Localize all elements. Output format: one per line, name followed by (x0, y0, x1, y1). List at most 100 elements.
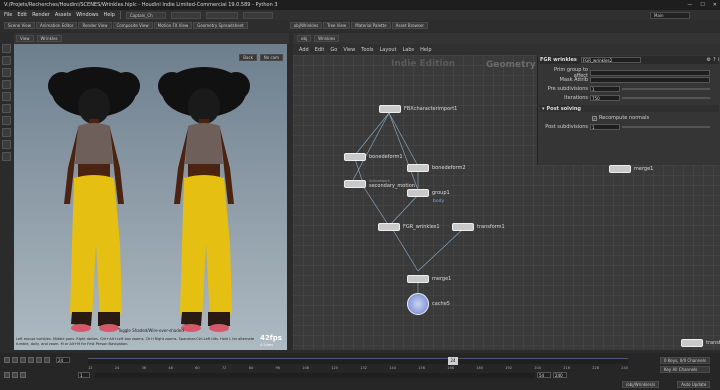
status-path[interactable]: /obj/Wrinkles/s (622, 381, 660, 388)
character-left (48, 67, 140, 332)
desktop-select[interactable]: Main (650, 11, 690, 19)
tab-scene-view[interactable]: Scene View (4, 22, 35, 29)
rotate-tool-icon[interactable] (2, 68, 11, 77)
tab-tree-view[interactable]: Tree View (323, 22, 351, 29)
menu-file[interactable]: File (4, 12, 12, 18)
first-frame-icon[interactable] (4, 357, 10, 363)
info-icon[interactable]: i (718, 57, 719, 63)
gear-icon[interactable]: ⚙ (706, 57, 710, 63)
node-bonedeform1-body[interactable] (344, 153, 366, 161)
tab-motion-fx-view[interactable]: Motion FX View (153, 22, 193, 29)
handle-tool-icon[interactable] (2, 92, 11, 101)
param-slider-post-subdivisions[interactable] (622, 126, 710, 128)
frame-field[interactable]: 24 (56, 357, 70, 363)
node-fgr-wrinkles1-body[interactable] (378, 223, 400, 231)
param-field-post-subdivisions[interactable]: 1 (590, 124, 620, 130)
node-cache5[interactable]: cache5 (407, 293, 450, 315)
maximize-icon[interactable]: ☐ (700, 2, 704, 8)
last-frame-icon[interactable] (44, 357, 50, 363)
stop-icon[interactable] (20, 357, 26, 363)
tab-material-palette[interactable]: Material Palette (351, 22, 391, 29)
node-merge1-right-label: merge1 (634, 166, 654, 172)
tab-asset-browser[interactable]: Asset Browser (391, 22, 429, 29)
viewport-tab[interactable]: View (16, 35, 34, 42)
auto-update-menu[interactable]: Auto Update (677, 381, 711, 388)
scale-tool-icon[interactable] (2, 80, 11, 89)
pose-tool-icon[interactable] (2, 104, 11, 113)
range-icon[interactable] (4, 372, 10, 378)
node-bonedeform2-body[interactable] (407, 164, 429, 172)
param-section-post-solving[interactable]: ▾ Post solving (540, 105, 719, 112)
tick-label: 36 (141, 366, 147, 370)
param-slider-iterations[interactable] (622, 97, 710, 99)
tab-render-view[interactable]: Render View (78, 22, 112, 29)
menu-render[interactable]: Render (32, 12, 50, 18)
key-all-channels-button[interactable]: Key All Channels (660, 366, 710, 373)
keys-channels-label[interactable]: 0 Keys, 0/0 Channels (660, 357, 710, 364)
snap-tool-icon[interactable] (2, 152, 11, 161)
node-fgr-wrinkles1[interactable]: FGR_wrinkles1 (378, 223, 440, 231)
node-transform1-body[interactable] (452, 223, 474, 231)
menu-assets[interactable]: Assets (55, 12, 71, 18)
node-bonedeform2[interactable]: bonedeform2 (407, 164, 466, 172)
realtime-icon[interactable] (12, 372, 18, 378)
shelf-tab-2[interactable] (170, 11, 201, 19)
minimize-icon[interactable]: — (687, 2, 692, 8)
next-key-icon[interactable] (36, 357, 42, 363)
help-icon[interactable]: ? (713, 57, 716, 63)
tab-network-wrinkles[interactable]: obj/Wrinkles (289, 22, 323, 29)
recompute-normals-checkbox[interactable]: ✓ (592, 115, 597, 121)
shelf-set-field[interactable]: Captain_Ch (125, 11, 166, 19)
range-start-field[interactable]: 1 (78, 372, 90, 378)
param-slider-pre-subdivisions[interactable] (622, 88, 710, 90)
node-secondary-motion-body[interactable] (344, 180, 366, 188)
param-field-pre-subdivisions[interactable]: 1 (590, 86, 620, 92)
menu-edit[interactable]: Edit (17, 12, 27, 18)
node-merge1-body[interactable] (407, 275, 429, 283)
node-merge1-right-body[interactable] (609, 165, 631, 173)
view-tool-icon[interactable] (2, 116, 11, 125)
param-field-iterations[interactable]: 750 (590, 95, 620, 101)
node-transform1[interactable]: transform1 (452, 223, 505, 231)
node-fbx-import[interactable]: FBXcharacterimport1 (379, 105, 457, 113)
param-field-mask-attrib[interactable] (590, 77, 710, 83)
tab-animation-editor[interactable]: Animation Editor (35, 22, 78, 29)
select-tool-icon[interactable] (2, 44, 11, 53)
close-icon[interactable]: ✕ (713, 2, 717, 8)
timeline-track[interactable]: 24 (88, 357, 628, 365)
node-merge1[interactable]: merge1 (407, 275, 451, 283)
viewport-path[interactable]: Wrinkles (36, 35, 62, 42)
global-end-field[interactable]: 240 (553, 372, 567, 378)
node-group1[interactable]: group1 (407, 189, 450, 197)
shelf-tab-3[interactable] (205, 11, 238, 19)
menu-separator (119, 11, 121, 19)
character-right (158, 67, 250, 332)
magnet-tool-icon[interactable] (2, 140, 11, 149)
shelf-tab-4[interactable] (242, 11, 273, 19)
menu-windows[interactable]: Windows (76, 12, 98, 18)
tab-composite-view[interactable]: Composite View (112, 22, 153, 29)
move-tool-icon[interactable] (2, 56, 11, 65)
loop-icon[interactable] (20, 372, 26, 378)
param-node-name[interactable]: FGR_wrinkles2 (580, 57, 641, 63)
node-transf-partial[interactable]: transf (681, 339, 720, 347)
node-bonedeform1[interactable]: bonedeform1 (344, 153, 403, 161)
node-fbx-import-body[interactable] (379, 105, 401, 113)
param-field-prim-group[interactable] (590, 70, 710, 76)
range-end-field[interactable]: 54 (537, 372, 551, 378)
tab-geometry-spreadsheet[interactable]: Geometry Spreadsheet (193, 22, 248, 29)
node-group1-body[interactable] (407, 189, 429, 197)
brush-tool-icon[interactable] (2, 128, 11, 137)
play-icon[interactable] (28, 357, 34, 363)
node-secondary-motion[interactable]: Subnetwork secondary_motion (344, 179, 415, 189)
timeline-cursor[interactable]: 24 (448, 357, 458, 365)
node-merge1-right[interactable]: merge1 (609, 165, 653, 173)
param-label-iterations: Iterations (564, 95, 588, 101)
prev-key-icon[interactable] (12, 357, 18, 363)
node-cache5-body[interactable] (407, 293, 429, 315)
scene-viewport[interactable]: Back No cam Toggle Shaded/Wire-over-shad… (14, 44, 287, 350)
viewport-toolbar-left (2, 44, 12, 161)
node-transf-partial-body[interactable] (681, 339, 703, 347)
menu-help[interactable]: Help (103, 12, 114, 18)
range-slider[interactable] (95, 372, 535, 378)
